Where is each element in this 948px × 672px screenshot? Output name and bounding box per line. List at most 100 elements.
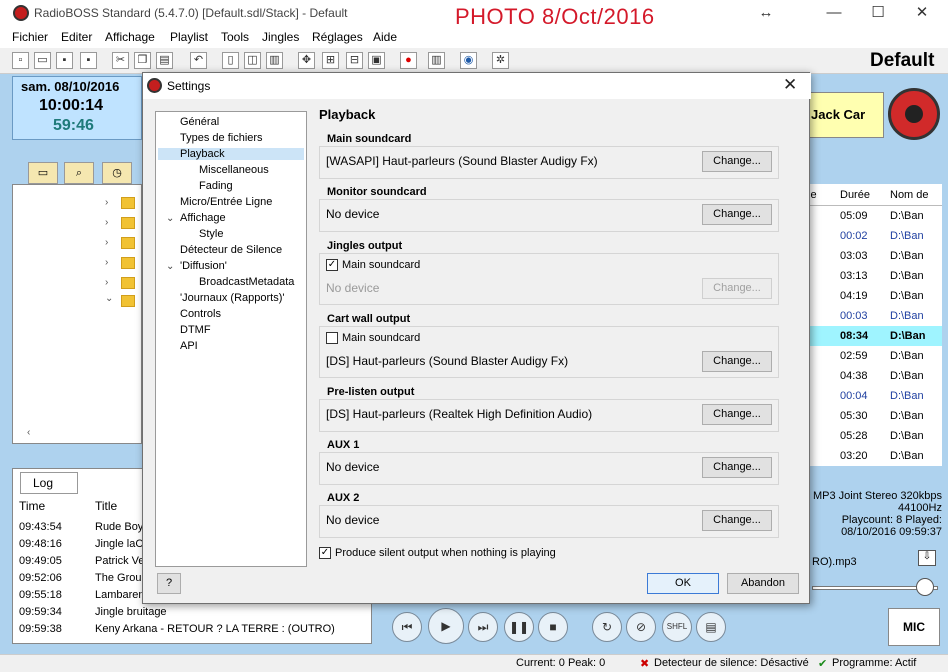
nav-item[interactable]: 'Journaux (Rapports)'	[180, 292, 284, 304]
playlist-row[interactable]: 08:34 D:\Ban	[806, 326, 942, 346]
save-as-icon[interactable]: ▪	[80, 52, 97, 69]
chevron-right-icon[interactable]: ›	[105, 277, 108, 288]
open-folder-icon[interactable]: ▭	[34, 52, 51, 69]
undo-icon[interactable]: ↶	[190, 52, 207, 69]
playlist-icon[interactable]: ▤	[696, 612, 726, 642]
nav-item[interactable]: Style	[199, 228, 223, 240]
chevron-down-icon[interactable]: ⌄	[166, 213, 174, 224]
playlist-row[interactable]: 05:28 D:\Ban	[806, 426, 942, 446]
menu-affichage[interactable]: Affichage	[105, 30, 155, 44]
menu-aide[interactable]: Aide	[373, 30, 397, 44]
chevron-down-icon[interactable]: ⌄	[166, 261, 174, 272]
mic-button[interactable]: MIC	[888, 608, 940, 646]
volume-slider-handle[interactable]	[916, 578, 934, 596]
cancel-button[interactable]: Abandon	[727, 573, 799, 594]
cut-icon[interactable]: ✂	[112, 52, 129, 69]
log-row[interactable]: 09:55:18 Lambaren	[19, 589, 145, 601]
stop-icon[interactable]: ■	[538, 612, 568, 642]
change-device-button[interactable]: Change...	[702, 351, 772, 372]
main-soundcard-checkbox[interactable]	[326, 332, 338, 344]
nav-item[interactable]: Fading	[199, 180, 233, 192]
change-device-button[interactable]: Change...	[702, 404, 772, 425]
help-button[interactable]: ?	[157, 573, 181, 594]
paste-icon[interactable]: ▤	[156, 52, 173, 69]
playlist-row[interactable]: 03:20 D:\Ban	[806, 446, 942, 466]
play-icon[interactable]: ▶	[428, 608, 464, 644]
nav-item[interactable]: Controls	[180, 308, 221, 320]
menu-tools[interactable]: Tools	[221, 30, 249, 44]
nav-item[interactable]: Micro/Entrée Ligne	[180, 196, 272, 208]
nav-item[interactable]: Playback	[158, 148, 304, 160]
log-row[interactable]: 09:59:34 Jingle bruitage	[19, 606, 167, 618]
save-icon[interactable]: ▪	[56, 52, 73, 69]
playlist-col-name[interactable]: Nom de	[890, 189, 929, 201]
search-tab-icon[interactable]: ⌕	[64, 162, 94, 184]
clock-tab-icon[interactable]: ◷	[102, 162, 132, 184]
change-device-button[interactable]: Change...	[702, 204, 772, 225]
log-tab[interactable]: Log	[20, 472, 78, 494]
log-row[interactable]: 09:48:16 Jingle laCl	[19, 538, 146, 550]
copy-icon[interactable]: ❐	[134, 52, 151, 69]
folder-tab-icon[interactable]: ▭	[28, 162, 58, 184]
cart-button[interactable]: Jack Car	[806, 92, 884, 138]
main-soundcard-checkbox[interactable]: ✓	[326, 259, 338, 271]
scroll-left-icon[interactable]: ‹	[27, 427, 30, 438]
change-device-button[interactable]: Change...	[702, 457, 772, 478]
playlist-add-icon[interactable]: ⊟	[346, 52, 363, 69]
playlist-row[interactable]: 04:19 D:\Ban	[806, 286, 942, 306]
minimize-button[interactable]: —	[820, 4, 848, 24]
playlist-row[interactable]: 00:04 D:\Ban	[806, 386, 942, 406]
layout-columns-icon[interactable]: ▥	[266, 52, 283, 69]
log-row[interactable]: 09:49:05 Patrick Ve	[19, 555, 145, 567]
log-col-title[interactable]: Title	[95, 499, 117, 513]
menu-reglages[interactable]: Réglages	[312, 30, 363, 44]
move-icon[interactable]: ✥	[298, 52, 315, 69]
layout-split-icon[interactable]: ◫	[244, 52, 261, 69]
settings-gear-icon[interactable]: ✲	[492, 52, 509, 69]
playlist-row[interactable]: 00:03 D:\Ban	[806, 306, 942, 326]
record-icon[interactable]: ●	[400, 52, 417, 69]
layout-single-icon[interactable]: ▯	[222, 52, 239, 69]
silent-output-checkbox[interactable]: ✓	[319, 547, 331, 559]
playlist-row[interactable]: 03:13 D:\Ban	[806, 266, 942, 286]
chevron-down-icon[interactable]: ⌄	[105, 293, 113, 304]
playlist-row[interactable]: 05:30 D:\Ban	[806, 406, 942, 426]
change-device-button[interactable]: Change...	[702, 278, 772, 299]
nav-item[interactable]: Général	[180, 116, 219, 128]
chevron-right-icon[interactable]: ›	[105, 237, 108, 248]
log-row[interactable]: 09:59:38 Keny Arkana - RETOUR ? LA TERRE …	[19, 623, 335, 635]
ok-button[interactable]: OK	[647, 573, 719, 594]
menu-playlist[interactable]: Playlist	[170, 30, 208, 44]
menu-fichier[interactable]: Fichier	[12, 30, 48, 44]
next-icon[interactable]: ⏭	[468, 612, 498, 642]
close-button[interactable]: ✕	[908, 4, 936, 24]
pause-icon[interactable]: ❚❚	[504, 612, 534, 642]
playlist-row[interactable]: 04:38 D:\Ban	[806, 366, 942, 386]
playlist-row[interactable]: 02:59 D:\Ban	[806, 346, 942, 366]
globe-icon[interactable]: ◉	[460, 52, 477, 69]
chevron-right-icon[interactable]: ›	[105, 217, 108, 228]
playlist-col-duration[interactable]: Durée	[840, 189, 870, 201]
nav-item[interactable]: 'Diffusion'	[180, 260, 227, 272]
dialog-close-icon[interactable]: ✕	[783, 75, 797, 95]
change-device-button[interactable]: Change...	[702, 151, 772, 172]
log-row[interactable]: 09:52:06 The Groun	[19, 572, 148, 584]
nav-item[interactable]: BroadcastMetadata	[199, 276, 294, 288]
shuffle-button[interactable]: SHFL	[662, 612, 692, 642]
chevron-right-icon[interactable]: ›	[105, 197, 108, 208]
nav-item[interactable]: Affichage	[180, 212, 226, 224]
playlist-row[interactable]: 05:09 D:\Ban	[806, 206, 942, 226]
maximize-button[interactable]: ☐	[864, 4, 892, 24]
nav-item[interactable]: DTMF	[180, 324, 211, 336]
new-file-icon[interactable]: ▫	[12, 52, 29, 69]
log-row[interactable]: 09:43:54 Rude Boy	[19, 521, 143, 533]
nav-item[interactable]: Miscellaneous	[199, 164, 269, 176]
add-track-icon[interactable]: ⊞	[322, 52, 339, 69]
disable-icon[interactable]: ⊘	[626, 612, 656, 642]
menu-editer[interactable]: Editer	[61, 30, 92, 44]
log-col-time[interactable]: Time	[19, 499, 45, 513]
nav-item[interactable]: API	[180, 340, 198, 352]
download-icon[interactable]: ⇩	[918, 550, 936, 566]
loop-icon[interactable]: ↻	[592, 612, 622, 642]
menu-jingles[interactable]: Jingles	[262, 30, 299, 44]
